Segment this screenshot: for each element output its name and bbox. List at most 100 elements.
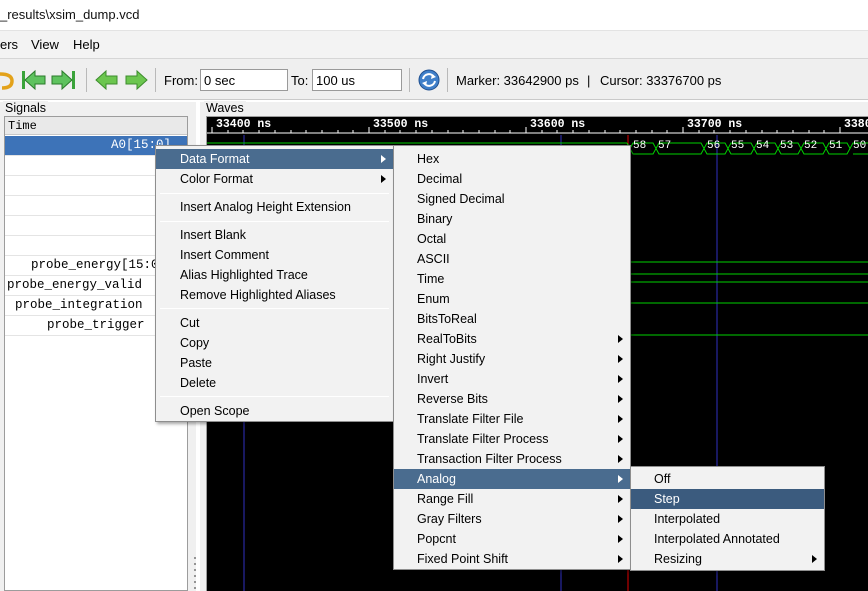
submenu-arrow-icon [618,515,623,523]
find-previous-edge-icon[interactable] [94,68,119,92]
format-item-binary[interactable]: Binary [394,209,630,229]
format-item-decimal[interactable]: Decimal [394,169,630,189]
format-item-bits-to-real[interactable]: BitsToReal [394,309,630,329]
menu-item-label: Gray Filters [417,512,482,526]
format-item-ascii[interactable]: ASCII [394,249,630,269]
signal-name: probe_integration [15,298,143,312]
menu-view[interactable]: View [31,37,59,52]
time-header-label: Time [8,119,37,133]
menu-item-data-format[interactable]: Data Format [156,149,393,169]
bus-value-label: 57 [658,140,672,152]
zoom-to-start-icon[interactable] [20,68,47,92]
analog-item-interpolated[interactable]: Interpolated [631,509,824,529]
menu-markers[interactable]: ers [0,37,18,52]
bus-value-label: 55 [731,140,745,152]
menu-item-label: Invert [417,372,449,386]
submenu-arrow-icon [381,155,386,163]
menu-item-insert-blank[interactable]: Insert Blank [156,225,393,245]
menu-separator [160,221,389,222]
submenu-arrow-icon [618,475,623,483]
menu-separator [160,308,389,309]
title-bar: _results\xsim_dump.vcd [0,0,868,30]
pane-splitter-handle[interactable] [192,555,198,589]
format-item-hex[interactable]: Hex [394,149,630,169]
bus-value-label: 54 [756,140,770,152]
menu-item-label: Off [654,472,671,486]
undo-icon[interactable] [0,70,14,90]
signal-name: probe_energy[15:0] [31,258,167,272]
marker-readout: Marker: 33642900 ps [456,73,579,88]
menu-item-label: Copy [180,336,210,350]
toolbar: From: To: Marker: 33642900 ps | Cursor: … [0,58,868,100]
format-item-analog[interactable]: Analog [394,469,630,489]
format-item-invert[interactable]: Invert [394,369,630,389]
ruler-tick-label: 33600 ns [530,118,586,131]
waves-caption: Waves [204,101,246,115]
submenu-arrow-icon [618,375,623,383]
menu-item-cut[interactable]: Cut [156,313,393,333]
format-item-popcnt[interactable]: Popcnt [394,529,630,549]
menu-item-label: Insert Blank [180,228,247,242]
menu-item-label: Transaction Filter Process [417,452,562,466]
window-title: _results\xsim_dump.vcd [0,7,140,22]
menu-item-insert-analog-height-extension[interactable]: Insert Analog Height Extension [156,197,393,217]
menu-item-label: Popcnt [417,532,456,546]
menu-item-label: BitsToReal [417,312,477,326]
format-item-range-fill[interactable]: Range Fill [394,489,630,509]
submenu-arrow-icon [618,395,623,403]
menu-bar: ers View Help [0,30,868,58]
menu-item-alias-highlighted-trace[interactable]: Alias Highlighted Trace [156,265,393,285]
menu-item-label: Insert Comment [180,248,269,262]
format-item-enum[interactable]: Enum [394,289,630,309]
submenu-arrow-icon [618,535,623,543]
toolbar-separator [447,68,448,92]
analog-item-resizing[interactable]: Resizing [631,549,824,569]
signals-time-header: Time [5,117,187,135]
format-item-translate-filter-process[interactable]: Translate Filter Process [394,429,630,449]
toolbar-separator [409,68,410,92]
menu-item-label: Binary [417,212,453,226]
menu-item-label: ASCII [417,252,450,266]
menu-item-open-scope[interactable]: Open Scope [156,401,393,421]
find-next-edge-icon[interactable] [124,68,149,92]
format-item-octal[interactable]: Octal [394,229,630,249]
menu-item-label: Analog [417,472,456,486]
from-time-input[interactable] [200,69,288,91]
signals-caption: Signals [3,101,48,115]
ruler-tick-label: 33500 ns [373,118,429,131]
format-item-time[interactable]: Time [394,269,630,289]
format-item-gray-filters[interactable]: Gray Filters [394,509,630,529]
menu-item-label: Delete [180,376,217,390]
reload-icon[interactable] [417,68,441,92]
menu-separator [160,396,389,397]
format-item-fixed-point-shift[interactable]: Fixed Point Shift [394,549,630,569]
format-item-reverse-bits[interactable]: Reverse Bits [394,389,630,409]
menu-item-copy[interactable]: Copy [156,333,393,353]
menu-item-label: Open Scope [180,404,250,418]
menu-item-insert-comment[interactable]: Insert Comment [156,245,393,265]
menu-item-color-format[interactable]: Color Format [156,169,393,189]
menu-item-label: Signed Decimal [417,192,505,206]
to-time-input[interactable] [312,69,402,91]
menu-help[interactable]: Help [73,37,100,52]
submenu-arrow-icon [618,495,623,503]
analog-item-step[interactable]: Step [631,489,824,509]
zoom-to-end-icon[interactable] [50,68,77,92]
bus-value-label: 51 [829,140,843,152]
menu-item-label: Reverse Bits [417,392,488,406]
menu-item-label: Range Fill [417,492,474,506]
format-item-signed-decimal[interactable]: Signed Decimal [394,189,630,209]
ruler-tick-label: 33400 ns [216,118,272,131]
menu-item-paste[interactable]: Paste [156,353,393,373]
format-item-translate-filter-file[interactable]: Translate Filter File [394,409,630,429]
analog-item-off[interactable]: Off [631,469,824,489]
format-item-right-justify[interactable]: Right Justify [394,349,630,369]
menu-item-delete[interactable]: Delete [156,373,393,393]
format-item-real-to-bits[interactable]: RealToBits [394,329,630,349]
menu-item-label: Enum [417,292,450,306]
format-item-transaction-filter-process[interactable]: Transaction Filter Process [394,449,630,469]
menu-item-remove-highlighted-aliases[interactable]: Remove Highlighted Aliases [156,285,393,305]
analog-item-interpolated-annotated[interactable]: Interpolated Annotated [631,529,824,549]
bus-value-label: 52 [804,140,818,152]
menu-item-label: Translate Filter Process [417,432,549,446]
